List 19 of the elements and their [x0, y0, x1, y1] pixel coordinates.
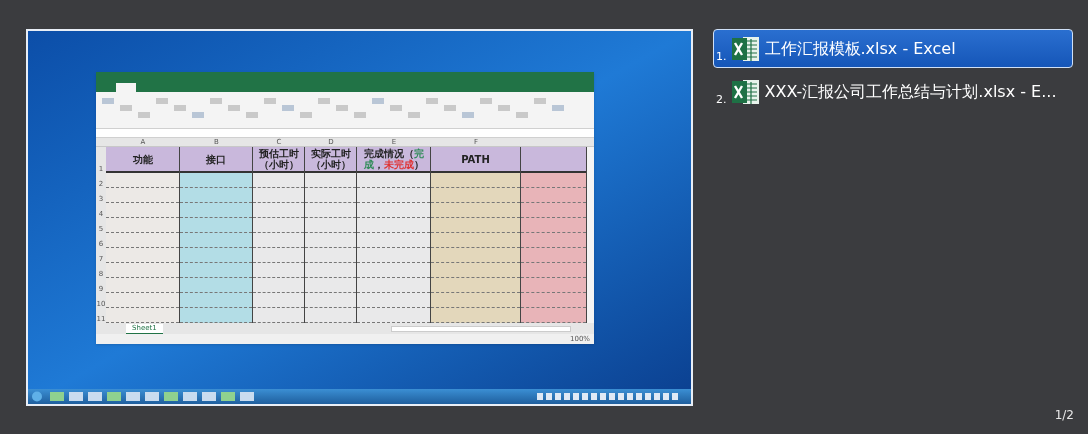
header-label: 完成情况（完成，未完成）: [362, 148, 425, 170]
spreadsheet-app-icon: [730, 77, 761, 106]
window-title: XXX-汇报公司工作总结与计划.xlsx - E...: [764, 80, 1057, 103]
header-label: 实际工时（小时）: [309, 148, 352, 170]
header-label: 接口: [206, 153, 226, 165]
ribbon-tab[interactable]: [116, 83, 136, 92]
item-number: 2.: [716, 91, 727, 108]
header-label: PATH: [461, 153, 490, 165]
header-label: 功能: [132, 153, 153, 165]
horizontal-scrollbar[interactable]: [390, 325, 571, 332]
header-label: 预估工时（小时）: [257, 148, 300, 170]
window-list-item[interactable]: 2. XXX-汇报公司工作总结与计划.xlsx - E...: [713, 72, 1073, 111]
page-counter: 1/2: [1054, 407, 1074, 424]
window-list-item[interactable]: 1. 工作汇报模板.xlsx - Excel: [713, 29, 1073, 68]
spreadsheet-app-icon: [730, 34, 761, 63]
header-cell: [521, 147, 586, 173]
window-title: 工作汇报模板.xlsx - Excel: [764, 37, 956, 60]
formula-bar[interactable]: [96, 128, 594, 138]
item-number: 1.: [716, 48, 727, 65]
